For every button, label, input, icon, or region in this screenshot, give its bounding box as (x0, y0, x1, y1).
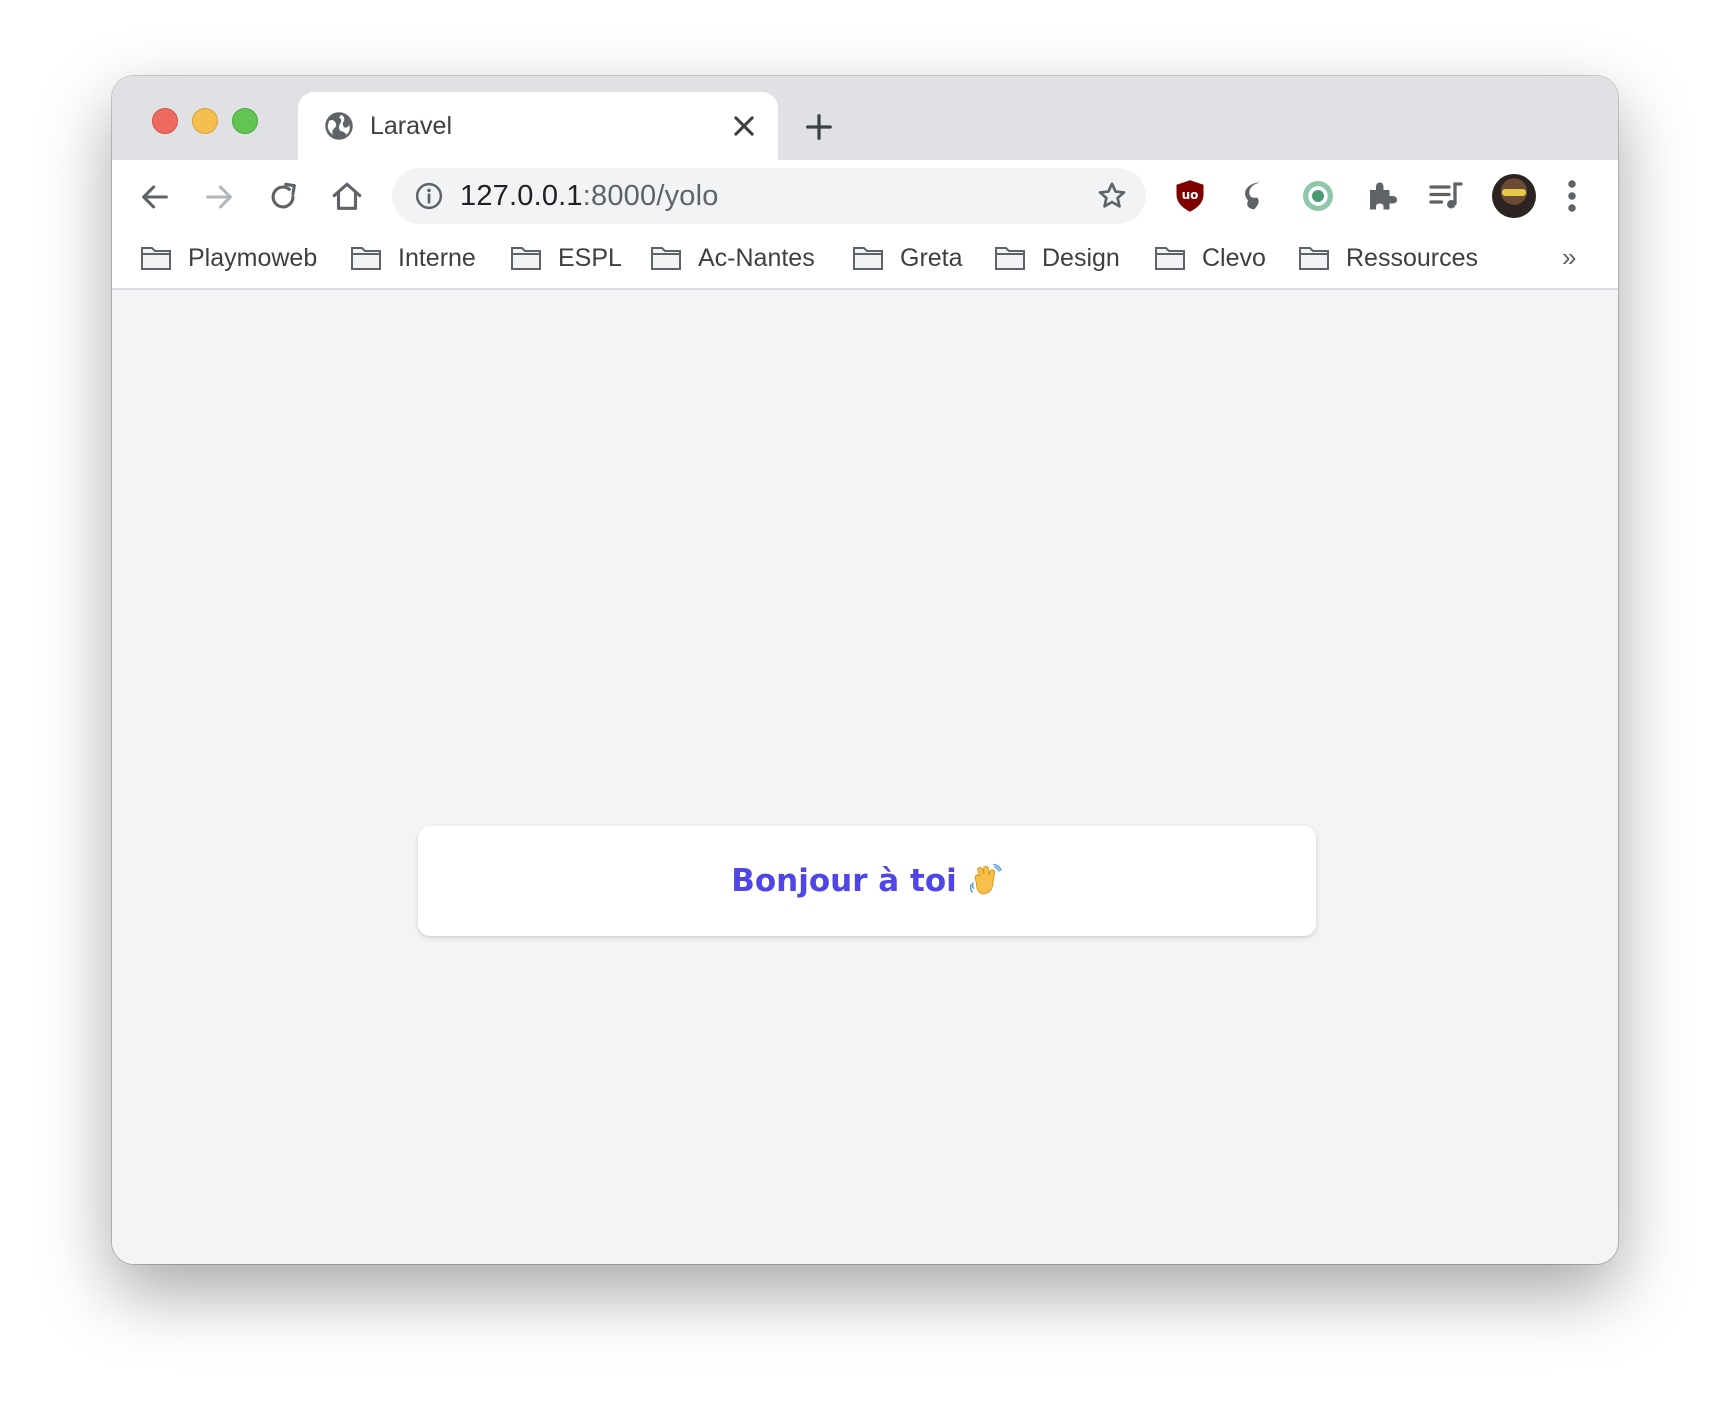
greeting-card: Bonjour à toi (418, 826, 1316, 936)
ublock-icon[interactable]: uo (1172, 178, 1208, 214)
folder-icon (1155, 247, 1185, 270)
url-host: 127.0.0.1 (460, 180, 583, 212)
arrow-right-icon[interactable] (202, 180, 236, 214)
close-icon[interactable] (730, 112, 758, 140)
url-path: :8000/yolo (582, 180, 719, 212)
arrow-left-icon[interactable] (138, 180, 172, 214)
plus-icon[interactable] (804, 112, 834, 142)
folder-icon (1299, 247, 1329, 270)
extension-s-icon[interactable] (1236, 178, 1272, 214)
bookmark-ac-nantes[interactable]: Ac-Nantes (650, 240, 815, 276)
bookmark-label: Greta (900, 243, 963, 272)
page-content: Bonjour à toi (112, 290, 1618, 1264)
folder-icon (141, 247, 171, 270)
extension-ring-icon[interactable] (1300, 178, 1336, 214)
maximize-window-button[interactable] (232, 108, 258, 134)
toolbar: 127.0.0.1:8000/yolo uo Playmoweb Interne… (112, 160, 1618, 290)
bookmark-label: Ressources (1346, 243, 1478, 272)
avatar-glasses (1502, 189, 1526, 196)
browser-window: Laravel 127.0.0.1:8000/yolo uo Playmoweb… (112, 76, 1618, 1264)
bookmark-label: ESPL (558, 243, 622, 272)
folder-icon (351, 247, 381, 270)
greeting: Bonjour à toi (731, 863, 1003, 899)
bookmarks-bar: Playmoweb Interne ESPL Ac-Nantes Greta D… (112, 234, 1618, 286)
title-bar: Laravel (112, 76, 1618, 160)
star-icon[interactable] (1096, 180, 1128, 212)
bookmark-playmoweb[interactable]: Playmoweb (140, 240, 317, 276)
bookmark-label: Ac-Nantes (698, 243, 815, 272)
greeting-text: Bonjour à toi (731, 863, 957, 899)
bookmark-espl[interactable]: ESPL (510, 240, 622, 276)
url-text[interactable]: 127.0.0.1:8000/yolo (460, 178, 719, 214)
waving-hand-icon (969, 863, 1002, 895)
bookmark-interne[interactable]: Interne (350, 240, 476, 276)
folder-icon (853, 247, 883, 270)
media-queue-icon[interactable] (1428, 178, 1464, 214)
bookmark-design[interactable]: Design (994, 240, 1120, 276)
svg-text:uo: uo (1182, 188, 1199, 202)
bookmark-label: Interne (398, 243, 476, 272)
minimize-window-button[interactable] (192, 108, 218, 134)
more-vert-icon[interactable] (1566, 178, 1578, 214)
folder-icon (651, 247, 681, 270)
tab-title: Laravel (370, 112, 452, 140)
folder-icon (995, 247, 1025, 270)
close-window-button[interactable] (152, 108, 178, 134)
bookmark-greta[interactable]: Greta (852, 240, 963, 276)
puzzle-icon[interactable] (1364, 178, 1400, 214)
info-icon[interactable] (414, 181, 444, 211)
tab-laravel[interactable]: Laravel (298, 92, 778, 160)
bookmark-label: Design (1042, 243, 1120, 272)
avatar[interactable] (1492, 174, 1536, 218)
globe-icon (325, 112, 353, 140)
bookmark-label: Clevo (1202, 243, 1266, 272)
folder-icon (511, 247, 541, 270)
bookmark-ressources[interactable]: Ressources (1298, 240, 1478, 276)
bookmarks-overflow-button[interactable]: » (1562, 242, 1576, 273)
reload-icon[interactable] (266, 180, 300, 214)
bookmark-label: Playmoweb (188, 243, 318, 272)
home-icon[interactable] (330, 180, 364, 214)
bookmark-clevo[interactable]: Clevo (1154, 240, 1266, 276)
address-bar[interactable]: 127.0.0.1:8000/yolo (392, 168, 1146, 224)
